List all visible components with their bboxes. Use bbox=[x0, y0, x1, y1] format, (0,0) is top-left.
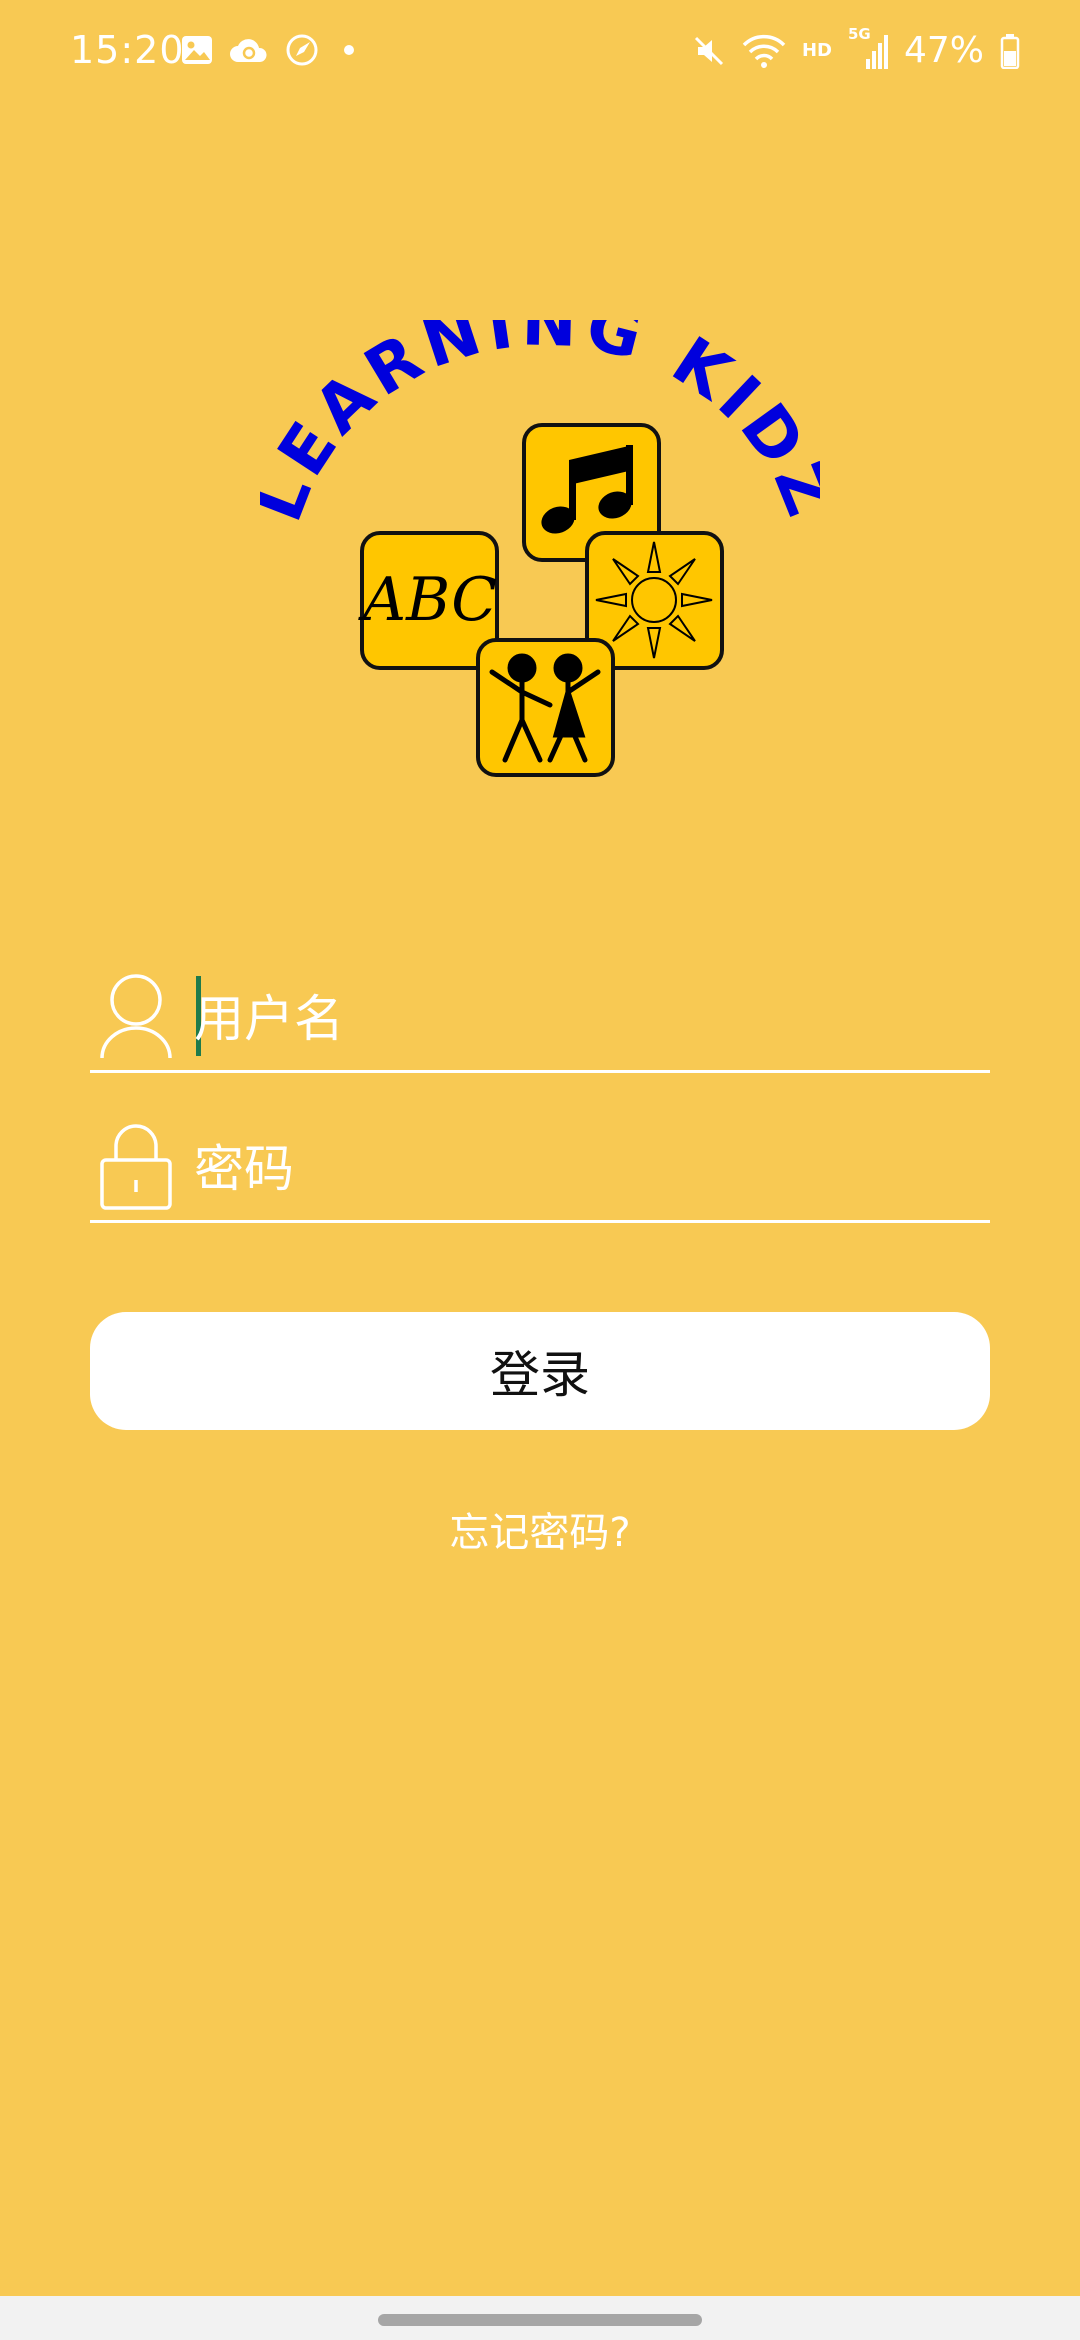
user-icon bbox=[100, 974, 172, 1059]
compass-icon bbox=[286, 34, 318, 66]
status-notification-icons bbox=[180, 32, 364, 68]
login-button[interactable]: 登录 bbox=[90, 1312, 990, 1430]
mute-icon bbox=[694, 36, 724, 65]
battery-percent: 47% bbox=[903, 30, 984, 71]
username-field[interactable]: 用户名 bbox=[90, 970, 990, 1073]
cloud-sync-icon bbox=[230, 39, 267, 62]
gallery-icon bbox=[182, 36, 212, 64]
password-input[interactable]: 密码 bbox=[194, 1128, 954, 1210]
status-bar: 15:20 HD 5G 47% bbox=[0, 0, 1080, 110]
abc-tile-text: ABC bbox=[358, 565, 497, 635]
lock-icon bbox=[100, 1124, 172, 1210]
learning-kidz-logo: LEARNING KIDZ ABC bbox=[260, 320, 820, 777]
forgot-password-link[interactable]: 忘记密码? bbox=[0, 1500, 1080, 1558]
signal-icon: 5G bbox=[848, 25, 888, 71]
network-hd-label: HD bbox=[801, 40, 832, 61]
navigation-bar bbox=[0, 2296, 1080, 2340]
username-input[interactable]: 用户名 bbox=[194, 978, 954, 1060]
abc-tile: ABC bbox=[358, 531, 499, 670]
dot-icon bbox=[344, 45, 354, 55]
home-gesture-handle[interactable] bbox=[378, 2314, 702, 2326]
status-system-icons: HD 5G 47% bbox=[692, 25, 1020, 71]
kids-tile bbox=[476, 638, 615, 777]
battery-icon bbox=[1000, 33, 1020, 69]
status-time: 15:20 bbox=[70, 28, 185, 72]
password-field[interactable]: 密码 bbox=[90, 1120, 990, 1223]
wifi-icon bbox=[742, 34, 786, 68]
